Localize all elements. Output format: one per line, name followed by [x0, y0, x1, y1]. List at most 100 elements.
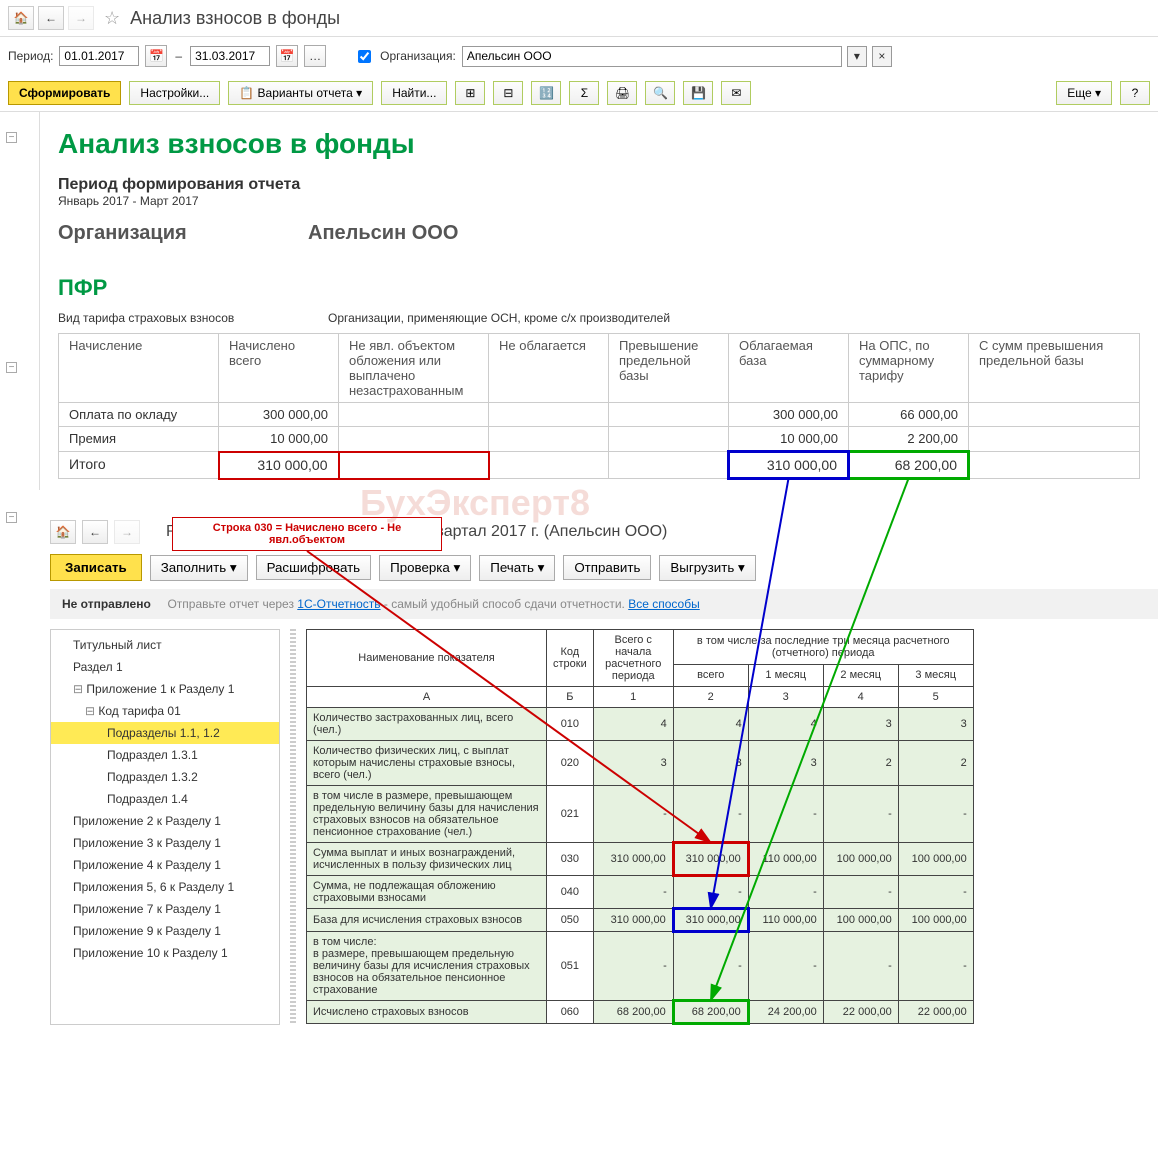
- home-icon[interactable]: 🏠: [50, 520, 76, 544]
- table-row: в том числе в размере, превышающем преде…: [307, 786, 974, 843]
- period-text: Январь 2017 - Март 2017: [58, 194, 1140, 208]
- fill-button[interactable]: Заполнить ▾: [150, 555, 248, 581]
- preview-icon[interactable]: 🔍: [645, 81, 675, 105]
- outline-toggle[interactable]: −: [6, 362, 17, 373]
- more-button[interactable]: Еще ▾: [1056, 81, 1112, 105]
- tree-item[interactable]: Приложение 9 к Разделу 1: [51, 920, 279, 942]
- link-1c-report[interactable]: 1С-Отчетность: [297, 597, 380, 611]
- tree-item[interactable]: Приложение 3 к Разделу 1: [51, 832, 279, 854]
- org-checkbox[interactable]: [358, 50, 371, 63]
- report-title: Анализ взносов в фонды: [58, 128, 1140, 160]
- org-label: Организация:: [380, 49, 456, 63]
- period-picker-icon[interactable]: …: [304, 45, 326, 67]
- tree-item[interactable]: Код тарифа 01: [51, 700, 279, 722]
- date-from-input[interactable]: [59, 46, 139, 66]
- col-excess-sum: С сумм превышения предельной базы: [969, 334, 1140, 403]
- check-button[interactable]: Проверка ▾: [379, 555, 471, 581]
- tree-item[interactable]: Приложение 2 к Разделу 1: [51, 810, 279, 832]
- org-clear-icon[interactable]: ×: [872, 46, 892, 67]
- outline-bar: − − −: [0, 112, 40, 490]
- table-row: Исчислено страховых взносов06068 200,006…: [307, 1001, 974, 1024]
- variants-button[interactable]: 📋 Варианты отчета ▾: [228, 81, 373, 105]
- tariff-label: Вид тарифа страховых взносов: [58, 311, 328, 325]
- form-area: Наименование показателя Код строки Всего…: [306, 629, 974, 1025]
- table-row-total: Итого 310 000,00 310 000,00 68 200,00: [59, 452, 1140, 479]
- print-icon[interactable]: 🖨: [607, 81, 637, 105]
- period-row: Период: 📅 – 📅 … Организация: ▾ ×: [0, 37, 1158, 75]
- col-total: Всего с начала расчетного периода: [593, 630, 673, 687]
- table-row: Оплата по окладу 300 000,00 300 000,00 6…: [59, 403, 1140, 427]
- write-button[interactable]: Записать: [50, 554, 142, 581]
- tree-item[interactable]: Приложение 1 к Разделу 1: [51, 678, 279, 700]
- link-all-ways[interactable]: Все способы: [628, 597, 700, 611]
- tree-item[interactable]: Приложение 4 к Разделу 1: [51, 854, 279, 876]
- form-button[interactable]: Сформировать: [8, 81, 121, 105]
- window-title: Анализ взносов в фонды: [130, 8, 340, 29]
- save-icon[interactable]: 💾: [683, 81, 713, 105]
- tariff-value: Организации, применяющие ОСН, кроме с/х …: [328, 311, 670, 325]
- tree-item[interactable]: Раздел 1: [51, 656, 279, 678]
- tree-item[interactable]: Подраздел 1.3.2: [51, 766, 279, 788]
- col-excess: Превышение предельной базы: [609, 334, 729, 403]
- section-tree: Титульный листРаздел 1Приложение 1 к Раз…: [50, 629, 280, 1025]
- splitter[interactable]: [290, 629, 296, 1025]
- action-bar: Сформировать Настройки... 📋 Варианты отч…: [0, 75, 1158, 112]
- settings-button[interactable]: Настройки...: [129, 81, 220, 105]
- period-label: Период:: [8, 49, 53, 63]
- table-row: Количество застрахованных лиц, всего (че…: [307, 708, 974, 741]
- dash: –: [173, 49, 184, 63]
- annotation-note: Строка 030 = Начислено всего - Не явл.об…: [172, 517, 442, 551]
- tree-item[interactable]: Подраздел 1.3.1: [51, 744, 279, 766]
- find-button[interactable]: Найти...: [381, 81, 447, 105]
- tree-item[interactable]: Титульный лист: [51, 634, 279, 656]
- decode-button[interactable]: Расшифровать: [256, 555, 372, 580]
- form-table: Наименование показателя Код строки Всего…: [306, 629, 974, 1025]
- table-row: Количество физических лиц, с выплат кото…: [307, 741, 974, 786]
- col-accrual: Начисление: [59, 334, 219, 403]
- col-not-taxed: Не облагается: [489, 334, 609, 403]
- send-button[interactable]: Отправить: [563, 555, 651, 580]
- back-icon[interactable]: ←: [38, 6, 64, 30]
- table-row: Сумма выплат и иных вознаграждений, исчи…: [307, 843, 974, 876]
- col-total: Начислено всего: [219, 334, 339, 403]
- home-icon[interactable]: 🏠: [8, 6, 34, 30]
- calendar-to-icon[interactable]: 📅: [276, 45, 298, 67]
- accruals-table: Начисление Начислено всего Не явл. объек…: [58, 333, 1140, 480]
- org-input[interactable]: [462, 46, 842, 67]
- table-row: Премия 10 000,00 10 000,00 2 200,00: [59, 427, 1140, 452]
- forward-icon[interactable]: →: [114, 520, 140, 544]
- tree-item[interactable]: Приложения 5, 6 к Разделу 1: [51, 876, 279, 898]
- outline-toggle[interactable]: −: [6, 512, 17, 523]
- org-value: Апельсин ООО: [308, 222, 458, 245]
- favorite-icon[interactable]: ☆: [104, 8, 120, 29]
- col-base: Облагаемая база: [729, 334, 849, 403]
- col-group: в том числе за последние три месяца расч…: [673, 630, 973, 665]
- send-status: Не отправлено: [62, 597, 151, 611]
- table-row: в том числе: в размере, превышающем пред…: [307, 932, 974, 1001]
- tree-item[interactable]: Приложение 7 к Разделу 1: [51, 898, 279, 920]
- tree-item[interactable]: Приложение 10 к Разделу 1: [51, 942, 279, 964]
- back-icon[interactable]: ←: [82, 520, 108, 544]
- collapse-level-icon[interactable]: ⊟: [493, 81, 523, 105]
- print-button[interactable]: Печать ▾: [479, 555, 555, 581]
- upload-button[interactable]: Выгрузить ▾: [659, 555, 755, 581]
- table-row: База для исчисления страховых взносов050…: [307, 909, 974, 932]
- expand-level-icon[interactable]: ⊞: [455, 81, 485, 105]
- status-bar: Не отправлено Отправьте отчет через 1С-О…: [50, 589, 1158, 619]
- period-header: Период формирования отчета: [58, 176, 1140, 194]
- org-header: Организация: [58, 222, 308, 245]
- calendar-from-icon[interactable]: 📅: [145, 45, 167, 67]
- sum-icon[interactable]: Σ: [569, 81, 599, 105]
- sub-window: 🏠 ← → Расчет по страховым взносам за 1 к…: [0, 520, 1158, 1035]
- org-dropdown-icon[interactable]: ▾: [847, 46, 867, 67]
- tree-item[interactable]: Подраздел 1.4: [51, 788, 279, 810]
- section-title: ПФР: [58, 275, 1140, 301]
- table-row: Сумма, не подлежащая обложению страховым…: [307, 876, 974, 909]
- forward-icon[interactable]: →: [68, 6, 94, 30]
- date-to-input[interactable]: [190, 46, 270, 66]
- mail-icon[interactable]: ✉: [721, 81, 751, 105]
- calc-icon[interactable]: 🔢: [531, 81, 561, 105]
- help-icon[interactable]: ?: [1120, 81, 1150, 105]
- tree-item[interactable]: Подразделы 1.1, 1.2: [51, 722, 279, 744]
- outline-toggle[interactable]: −: [6, 132, 17, 143]
